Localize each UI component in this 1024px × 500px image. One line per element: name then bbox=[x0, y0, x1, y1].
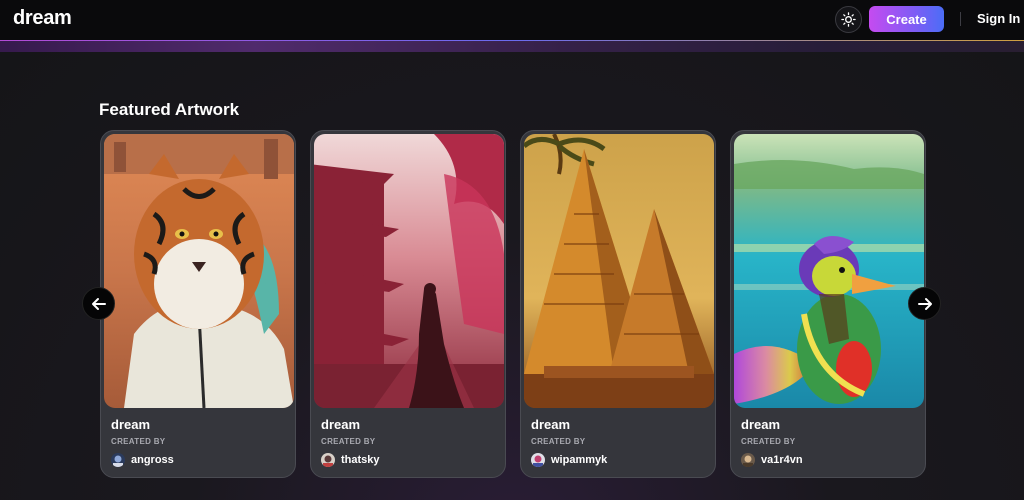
artwork-image-pagoda[interactable] bbox=[314, 134, 504, 408]
artwork-card[interactable]: dream CREATED BY va1r4vn bbox=[730, 130, 926, 478]
created-by-label: CREATED BY bbox=[111, 437, 166, 446]
card-title: dream bbox=[111, 417, 151, 432]
artwork-card[interactable]: dream CREATED BY angross bbox=[100, 130, 296, 478]
artwork-image-duck[interactable] bbox=[734, 134, 924, 408]
card-title: dream bbox=[321, 417, 361, 432]
created-by-label: CREATED BY bbox=[321, 437, 376, 446]
carousel-next-button[interactable] bbox=[908, 287, 941, 320]
artwork-card[interactable]: dream CREATED BY wipammyk bbox=[520, 130, 716, 478]
card-author[interactable]: wipammyk bbox=[531, 453, 607, 467]
pagoda-artwork bbox=[314, 134, 504, 408]
avatar bbox=[111, 453, 125, 467]
artwork-image-tiger[interactable] bbox=[104, 134, 294, 408]
carousel-prev-button[interactable] bbox=[82, 287, 115, 320]
sun-icon bbox=[841, 12, 856, 27]
created-by-label: CREATED BY bbox=[531, 437, 586, 446]
avatar bbox=[741, 453, 755, 467]
author-username[interactable]: wipammyk bbox=[551, 454, 607, 466]
card-title: dream bbox=[741, 417, 781, 432]
sign-in-link[interactable]: Sign In bbox=[977, 11, 1020, 26]
artwork-image-pyramids[interactable] bbox=[524, 134, 714, 408]
avatar bbox=[321, 453, 335, 467]
theme-toggle-button[interactable] bbox=[835, 6, 862, 33]
card-author[interactable]: thatsky bbox=[321, 453, 380, 467]
arrow-left-icon bbox=[91, 297, 106, 310]
author-username[interactable]: va1r4vn bbox=[761, 454, 803, 466]
accent-line bbox=[0, 40, 1024, 41]
header-divider bbox=[960, 12, 961, 26]
card-author[interactable]: va1r4vn bbox=[741, 453, 803, 467]
accent-gradient-bar bbox=[0, 40, 1024, 52]
duck-artwork bbox=[734, 134, 924, 408]
avatar bbox=[531, 453, 545, 467]
section-title: Featured Artwork bbox=[99, 100, 240, 119]
author-username[interactable]: angross bbox=[131, 454, 174, 466]
author-username[interactable]: thatsky bbox=[341, 454, 380, 466]
card-title: dream bbox=[531, 417, 571, 432]
pyramids-artwork bbox=[524, 134, 714, 408]
logo[interactable]: dream bbox=[13, 7, 72, 30]
top-navigation-bar: dream Create Sign In bbox=[0, 0, 1024, 40]
created-by-label: CREATED BY bbox=[741, 437, 796, 446]
card-author[interactable]: angross bbox=[111, 453, 174, 467]
artwork-card[interactable]: dream CREATED BY thatsky bbox=[310, 130, 506, 478]
create-button[interactable]: Create bbox=[869, 6, 944, 32]
arrow-right-icon bbox=[917, 297, 932, 310]
tiger-artwork bbox=[104, 134, 294, 408]
